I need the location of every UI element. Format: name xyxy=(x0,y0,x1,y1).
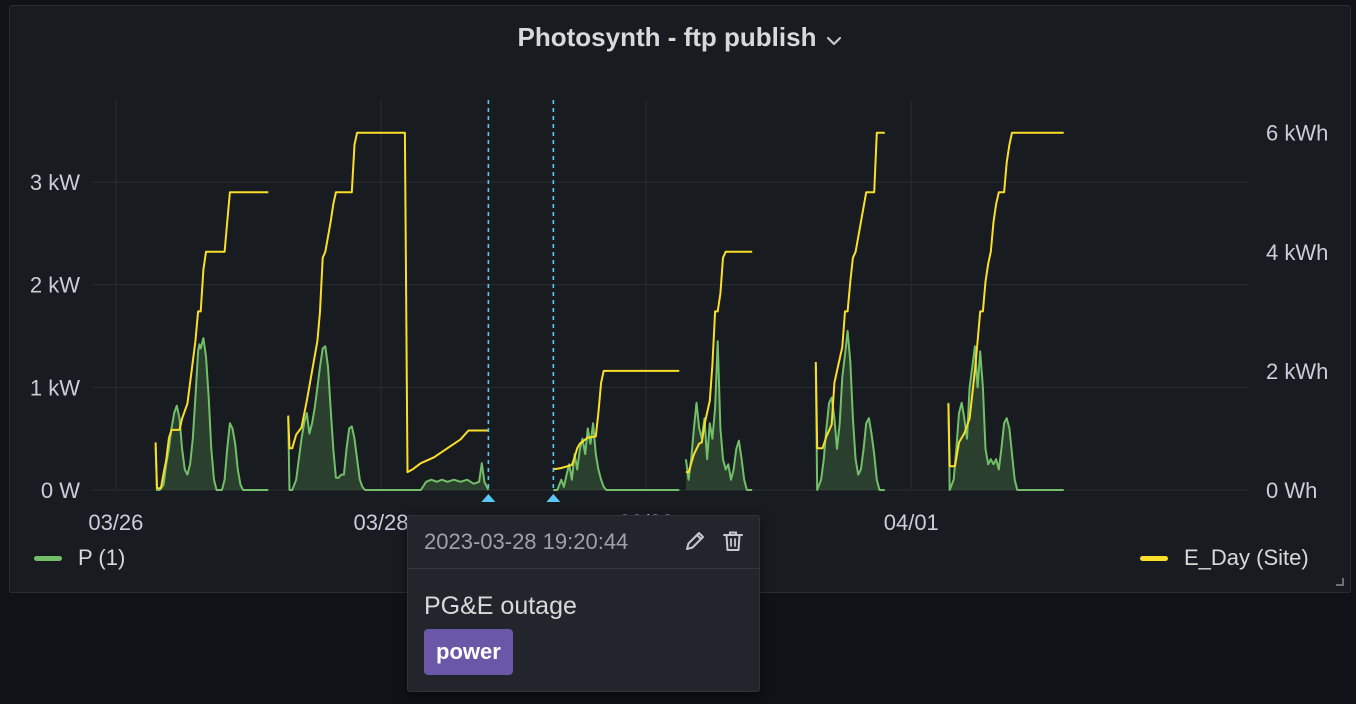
x-tick-label: 03/26 xyxy=(88,510,143,535)
y-right-tick-label: 4 kWh xyxy=(1266,240,1328,265)
series-line-power xyxy=(553,422,680,491)
y-left-tick-label: 1 kW xyxy=(30,375,80,400)
annotation-text: PG&E outage xyxy=(424,592,577,620)
x-tick-label: 04/01 xyxy=(884,510,939,535)
y-right-tick-label: 6 kWh xyxy=(1266,121,1328,146)
series-area-power xyxy=(288,346,489,490)
edit-annotation-button[interactable] xyxy=(682,528,708,554)
y-left-tick-label: 2 kW xyxy=(30,273,80,298)
annotation-marker xyxy=(546,494,561,502)
pencil-icon xyxy=(686,532,704,550)
y-left-tick-label: 0 W xyxy=(41,478,80,503)
annotation-tooltip-header: 2023-03-28 19:20:44 xyxy=(408,516,759,569)
series-line-energy xyxy=(552,369,680,471)
annotation-tooltip: 2023-03-28 19:20:44 PG&E outage power xyxy=(407,515,760,692)
trash-icon xyxy=(723,531,743,551)
annotation-time: 2023-03-28 19:20:44 xyxy=(424,529,629,554)
x-tick-label: 03/28 xyxy=(353,510,408,535)
y-right-tick-label: 0 Wh xyxy=(1266,478,1317,503)
panel-resize-handle[interactable] xyxy=(1336,578,1344,586)
legend-item-power[interactable]: P (1) xyxy=(34,545,125,571)
y-right-tick-label: 2 kWh xyxy=(1266,359,1328,384)
series-line-energy xyxy=(947,131,1064,468)
delete-annotation-button[interactable] xyxy=(720,528,746,554)
legend-label-power: P (1) xyxy=(78,545,126,570)
legend-label-energy: E_Day (Site) xyxy=(1184,545,1309,570)
annotation-tag[interactable]: power xyxy=(424,629,513,675)
y-left-tick-label: 3 kW xyxy=(30,170,80,195)
legend-item-energy[interactable]: E_Day (Site) xyxy=(1140,545,1309,571)
legend-swatch-power xyxy=(34,555,62,561)
legend-swatch-energy xyxy=(1140,555,1168,561)
annotation-marker xyxy=(481,494,496,502)
